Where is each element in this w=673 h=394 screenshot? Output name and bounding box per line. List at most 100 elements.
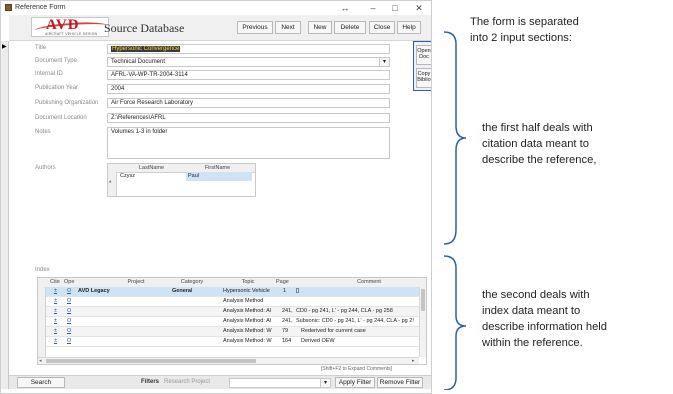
expand-citation-icon[interactable]: ± (54, 317, 57, 326)
index-category-cell[interactable]: General (172, 287, 192, 296)
title-value: Hypersonic Convergence (111, 46, 181, 52)
remove-filter-button[interactable]: Remove Filter (377, 377, 423, 388)
publishing-organization-field[interactable]: Air Force Research Laboratory (107, 98, 390, 108)
expand-citation-icon[interactable]: ± (54, 297, 57, 306)
previous-button[interactable]: Previous (237, 21, 273, 34)
author-lastname-cell[interactable]: Czysz (120, 172, 184, 181)
document-type-value: Technical Document (111, 59, 166, 65)
index-topic-cell[interactable]: Analysis Method: W (223, 327, 281, 336)
index-hscroll-thumb[interactable] (46, 359, 256, 363)
authors-row-selector[interactable]: * (108, 172, 117, 196)
notes-field[interactable]: Volumes 1-3 in folder (107, 127, 390, 159)
chevron-down-icon[interactable]: ▾ (320, 379, 330, 387)
index-project-cell[interactable]: AVD Legacy (78, 287, 110, 296)
index-comment-cell[interactable]: Subsonic: CD0 - pg 241, L' - pg 244, CLA… (296, 317, 426, 326)
restore-icon[interactable]: ↔ (337, 2, 353, 14)
open-link[interactable]: O (67, 307, 71, 316)
window-title: Reference Form (15, 4, 66, 11)
document-type-label: Document Type (35, 58, 77, 64)
open-doc-label-2: Doc (419, 54, 429, 60)
document-actions-panel: Open Doc Copy Biblio (413, 41, 431, 91)
scroll-right-icon[interactable]: ▸ (412, 358, 415, 364)
index-topic-cell[interactable]: Analysis Method (223, 297, 283, 306)
open-link[interactable]: O (67, 317, 71, 326)
table-row[interactable]: ± O Analysis Method: Al 241, CD0 - pg 24… (46, 307, 426, 317)
delete-button[interactable]: Delete (334, 21, 366, 34)
expand-citation-icon[interactable]: ± (54, 287, 57, 296)
index-col-project: Project (127, 279, 145, 285)
index-scroll-thumb[interactable] (421, 289, 425, 311)
copy-biblio-button[interactable]: Copy Biblio (416, 68, 431, 88)
close-button[interactable]: Close (369, 21, 395, 34)
index-col-category: Category (180, 279, 204, 285)
index-page-cell[interactable]: 164 (282, 337, 291, 346)
open-link[interactable]: O (67, 327, 71, 336)
maximize-icon[interactable]: □ (387, 2, 403, 14)
chevron-down-icon[interactable]: ▾ (379, 58, 389, 66)
index-page-cell[interactable]: 241, (282, 317, 293, 326)
document-type-select[interactable]: Technical Document ▾ (107, 57, 390, 67)
filter-field-label: Research Project (164, 379, 211, 385)
filters-label: Filters (141, 379, 160, 385)
logo-brand: AVD (46, 17, 80, 33)
index-comment-cell[interactable]: CD0 - pg 241, L' - pg 244, CLA - pg 258 (296, 307, 426, 316)
index-comment-cell[interactable]: [] (296, 287, 426, 296)
reference-form-window: Reference Form ↔ – □ ✕ AVD AIRCRAFT VEHI… (0, 0, 432, 394)
record-selector[interactable]: ▶ (1, 41, 9, 389)
section-braces (443, 31, 467, 390)
authors-col-firstname: FirstName (204, 165, 231, 171)
publication-year-field[interactable]: 2004 (107, 84, 390, 94)
annotation-intro-line-2: into 2 input sections: (470, 32, 572, 44)
open-link[interactable]: O (67, 287, 71, 296)
index-topic-cell[interactable]: Analysis Method: Al (223, 307, 281, 316)
new-row-marker: * (109, 181, 112, 187)
author-firstname-cell[interactable]: Paul (186, 172, 252, 181)
index-page-cell[interactable]: 1 (283, 287, 286, 296)
table-row[interactable]: ± O Analysis Method: W 164 Derived OEW (46, 337, 426, 347)
index-row-selector[interactable] (38, 287, 46, 357)
index-section-brace (443, 255, 467, 390)
search-button[interactable]: Search (17, 377, 65, 388)
internal-id-field[interactable]: AFRL-VA-WP-TR-2004-3114 (107, 70, 390, 80)
expand-citation-icon[interactable]: ± (54, 327, 57, 336)
index-comment-cell[interactable]: Rederived for current case (301, 327, 426, 336)
index-col-cite: Cite (50, 279, 60, 285)
index-topic-cell[interactable]: Hypersonic Vehicle (223, 287, 283, 296)
annotation-intro: The form is separated into 2 input secti… (470, 14, 579, 46)
index-col-comment: Comment (357, 279, 381, 285)
index-page-cell[interactable]: 241, (282, 307, 293, 316)
index-topic-cell[interactable]: Analysis Method: W (223, 337, 281, 346)
table-row[interactable]: ± O AVD Legacy General Hypersonic Vehicl… (46, 287, 426, 297)
title-field[interactable]: Hypersonic Convergence (107, 44, 390, 54)
expand-citation-icon[interactable]: ± (54, 337, 57, 346)
next-button[interactable]: Next (275, 21, 301, 34)
help-button[interactable]: Help (397, 21, 421, 34)
index-subform: Cite Ope Project Category Topic Page Com… (37, 277, 427, 365)
new-button[interactable]: New (308, 21, 332, 34)
index-comment-cell[interactable]: Derived OEW (301, 337, 426, 346)
table-row[interactable]: ± O Analysis Method (46, 297, 426, 307)
table-row[interactable]: ± O Analysis Method: W 79 Rederived for … (46, 327, 426, 337)
index-topic-cell[interactable]: Analysis Method: Al (223, 317, 281, 326)
publication-year-label: Publication Year (35, 85, 79, 91)
internal-id-label: Internal ID (35, 71, 63, 77)
authors-col-lastname: LastName (138, 165, 165, 171)
scroll-left-icon[interactable]: ◂ (39, 358, 42, 364)
index-horizontal-scrollbar[interactable]: ◂ ▸ (38, 357, 419, 364)
annotation-first-line-3: describe the reference, (482, 154, 597, 166)
open-doc-button[interactable]: Open Doc (416, 45, 431, 65)
index-page-cell[interactable]: 79 (282, 327, 288, 336)
document-location-field[interactable]: Z:\References\AFRL (107, 113, 390, 123)
index-vertical-scrollbar[interactable] (419, 287, 426, 357)
open-link[interactable]: O (67, 297, 71, 306)
minimize-icon[interactable]: – (365, 2, 381, 14)
index-col-open: Ope (64, 279, 75, 285)
open-link[interactable]: O (67, 337, 71, 346)
research-project-filter-select[interactable]: ▾ (229, 378, 331, 388)
table-row[interactable]: ± O Analysis Method: Al 241, Subsonic: C… (46, 317, 426, 327)
copy-biblio-label-2: Biblio (417, 77, 431, 83)
apply-filter-button[interactable]: Apply Filter (335, 377, 375, 388)
expand-citation-icon[interactable]: ± (54, 307, 57, 316)
annotation-first-line-2: citation data meant to (482, 138, 589, 150)
close-window-icon[interactable]: ✕ (411, 2, 427, 14)
